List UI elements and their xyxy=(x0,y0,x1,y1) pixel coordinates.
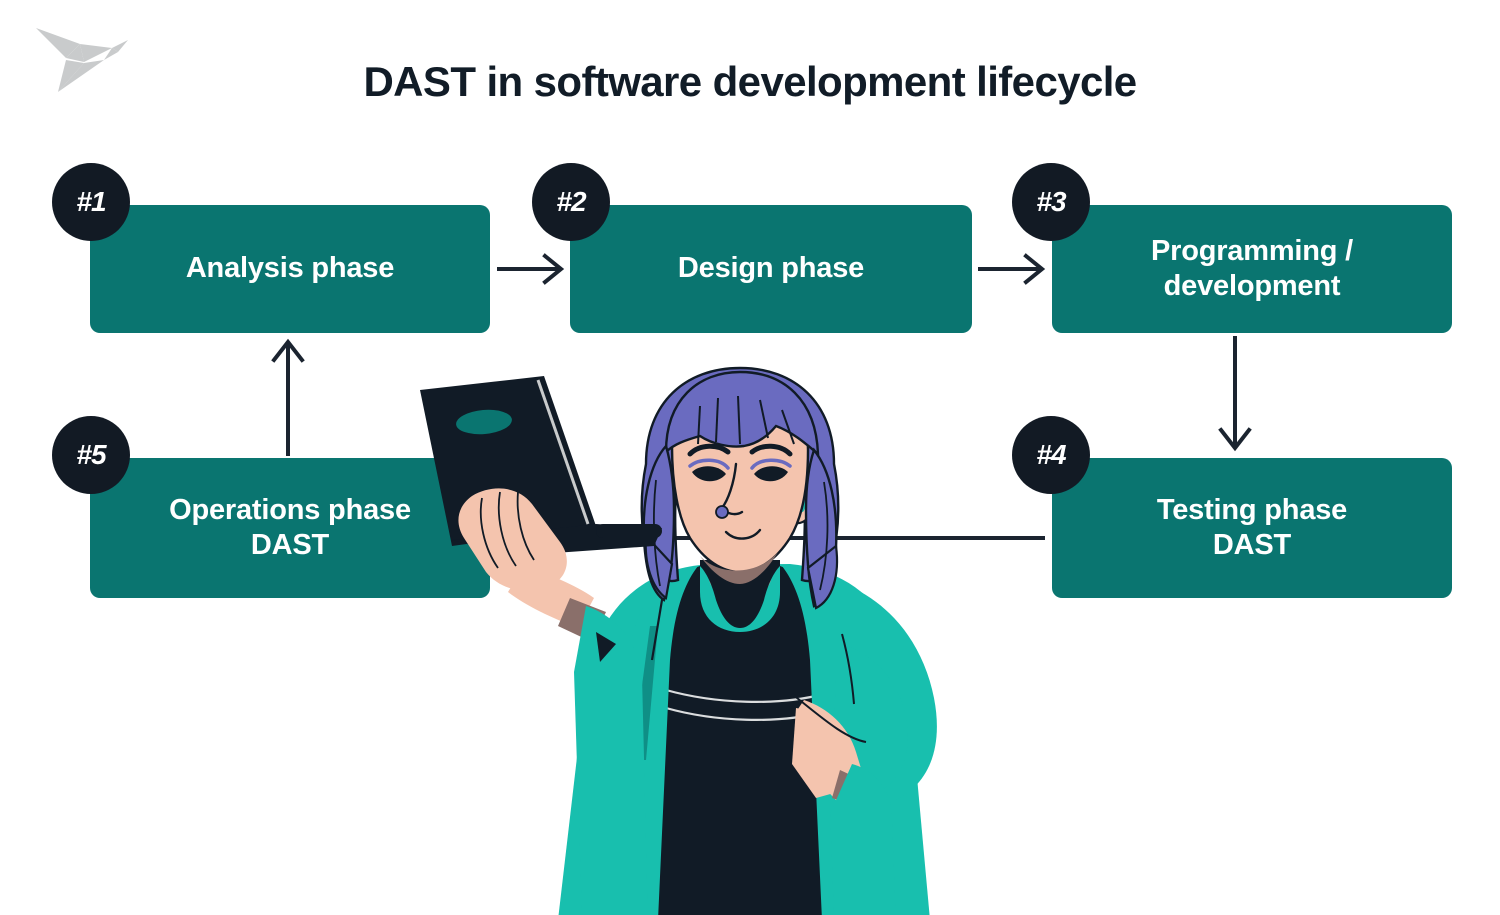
arrow-right-icon-analysis-to-design xyxy=(497,253,565,285)
phase-label-operations: Operations phase DAST xyxy=(169,493,411,561)
step-badge-1-label: #1 xyxy=(76,186,106,217)
step-badge-3-label: #3 xyxy=(1036,186,1066,217)
phase-label-programming: Programming / development xyxy=(1150,234,1354,302)
phase-box-design: Design phase xyxy=(570,205,972,333)
step-badge-5-label: #5 xyxy=(76,439,106,470)
step-badge-5: #5 xyxy=(52,416,130,494)
infographic-canvas: DAST in software development lifecycle A… xyxy=(0,0,1500,915)
step-badge-2-label: #2 xyxy=(556,186,586,217)
arrow-up-icon-operations-to-analysis xyxy=(271,338,305,456)
phase-box-analysis: Analysis phase xyxy=(90,205,490,333)
arrow-right-icon-design-to-programming xyxy=(978,253,1046,285)
step-badge-2: #2 xyxy=(532,163,610,241)
step-badge-1: #1 xyxy=(52,163,130,241)
phase-label-design: Design phase xyxy=(677,252,865,285)
step-badge-4: #4 xyxy=(1012,416,1090,494)
phase-box-programming: Programming / development xyxy=(1052,205,1452,333)
phase-label-analysis: Analysis phase xyxy=(185,252,395,285)
woman-holding-laptop-illustration xyxy=(420,366,937,915)
page-title: DAST in software development lifecycle xyxy=(363,58,1137,105)
arrow-down-icon-programming-to-testing xyxy=(1218,336,1252,452)
phase-box-testing: Testing phase DAST xyxy=(1052,458,1452,598)
figure-left-hand-holding-laptop xyxy=(458,488,648,915)
phase-label-testing: Testing phase DAST xyxy=(1156,493,1348,561)
step-badge-4-label: #4 xyxy=(1036,439,1066,470)
step-badge-3: #3 xyxy=(1012,163,1090,241)
